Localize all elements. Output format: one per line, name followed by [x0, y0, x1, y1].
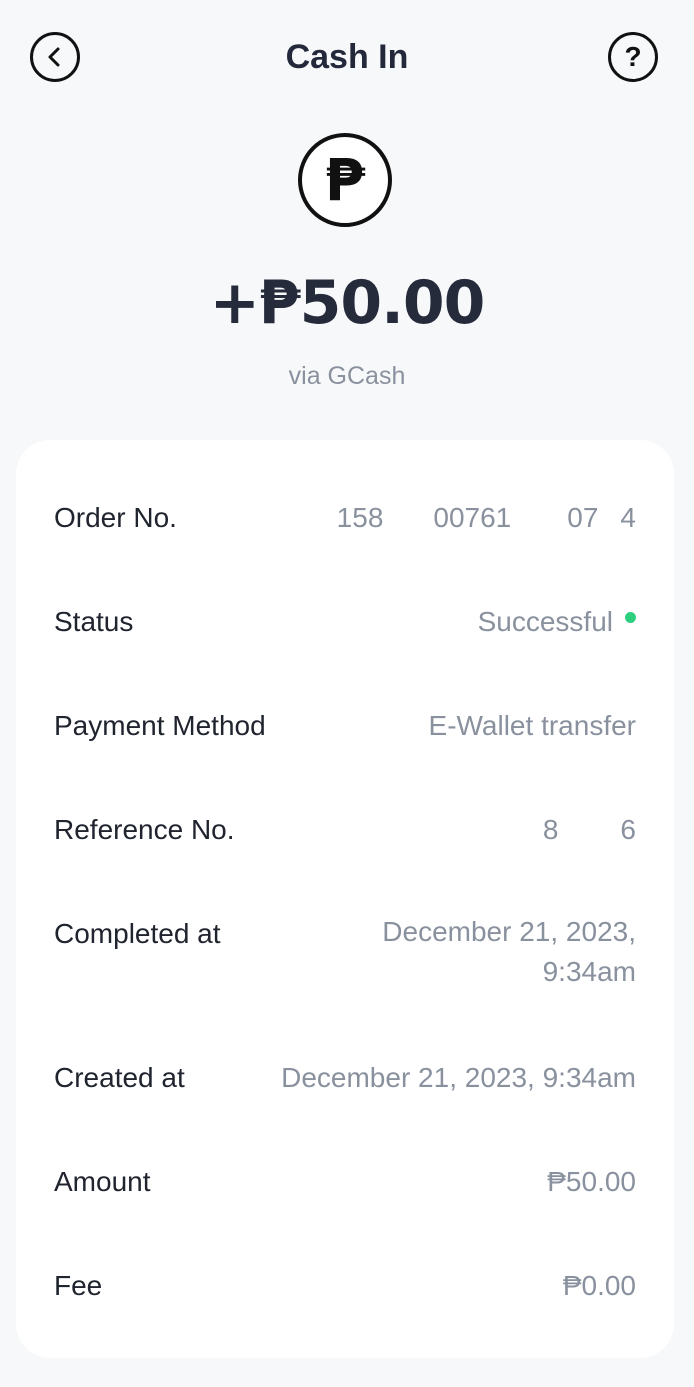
header: Cash In ?: [0, 0, 694, 120]
payment-source: via GCash: [288, 362, 406, 390]
cash-in-amount: +₱50.00: [209, 268, 486, 338]
completed-at-value: December 21, 2023, 9:34am: [382, 912, 636, 992]
order-no-part: 07: [567, 502, 599, 533]
order-no-part: 4: [620, 502, 636, 533]
help-button[interactable]: ?: [608, 32, 658, 82]
peso-icon: ₱: [298, 133, 392, 227]
question-icon: ?: [624, 40, 642, 72]
amount-value: ₱50.00: [547, 1166, 636, 1197]
payment-method-label: Payment Method: [54, 710, 266, 741]
page-title: Cash In: [285, 38, 409, 76]
reference-no-value[interactable]: 86: [543, 814, 636, 846]
reference-no-part: 8: [542, 814, 559, 845]
order-no-part: 158: [336, 502, 384, 533]
order-no-label: Order No.: [54, 502, 177, 533]
status-label: Status: [54, 606, 134, 637]
reference-no-part: 6: [620, 814, 636, 845]
completed-at-label: Completed at: [54, 918, 221, 949]
order-no-part: 00761: [433, 502, 512, 533]
completed-at-time: 9:34am: [542, 956, 636, 987]
completed-at-date: December 21, 2023,: [382, 916, 636, 947]
payment-method-value: E-Wallet transfer: [428, 710, 636, 741]
status-value: Successful: [478, 606, 636, 638]
order-no-value[interactable]: 158 00761 07 4: [337, 502, 636, 534]
details-card: Order No. 158 00761 07 4 Status Successful …: [16, 440, 674, 1358]
status-text: Successful: [477, 606, 613, 637]
amount-label: Amount: [54, 1166, 151, 1197]
fee-value: ₱0.00: [562, 1270, 636, 1301]
status-dot: [625, 612, 636, 623]
created-at-value: December 21, 2023, 9:34am: [281, 1062, 636, 1093]
fee-label: Fee: [54, 1270, 103, 1301]
created-at-label: Created at: [54, 1062, 185, 1093]
reference-no-label: Reference No.: [54, 814, 235, 845]
peso-symbol: ₱: [324, 146, 366, 214]
